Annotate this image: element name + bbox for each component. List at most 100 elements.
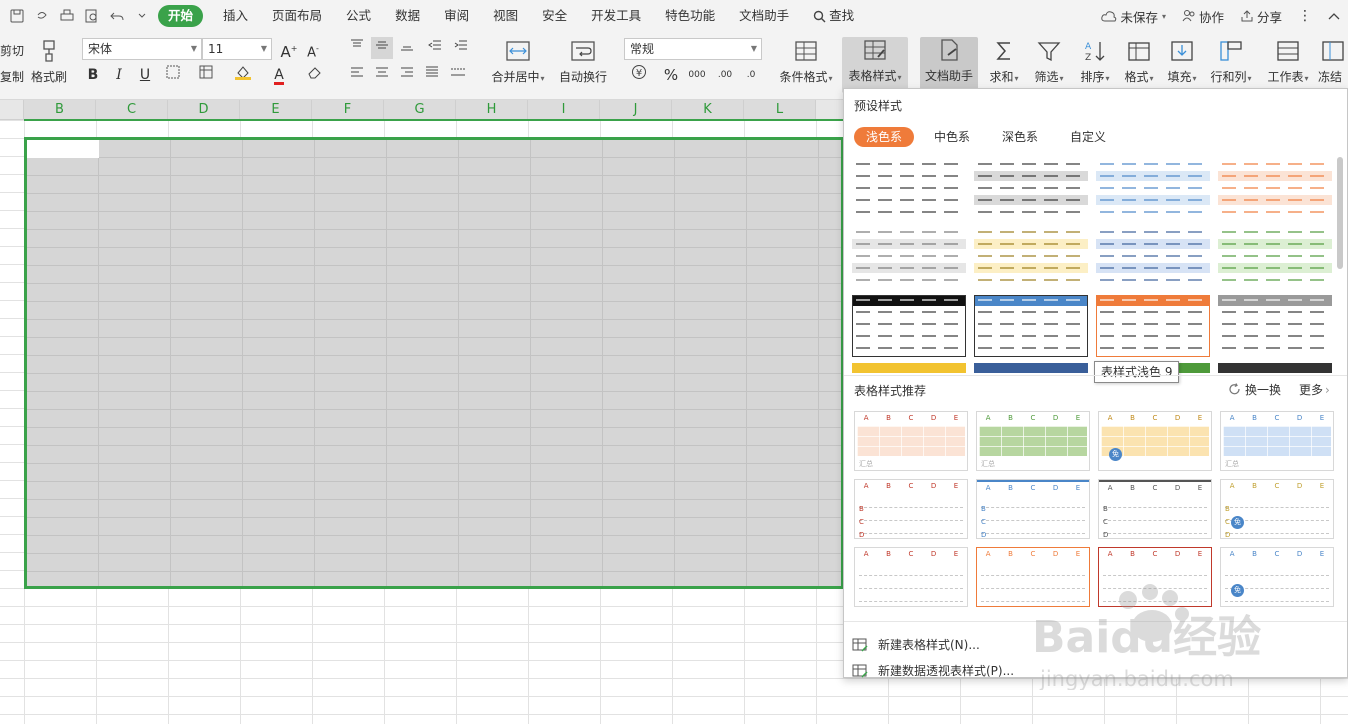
- indent-increase-icon[interactable]: [450, 37, 472, 59]
- tab-home[interactable]: 开始: [158, 5, 204, 27]
- align-bottom-icon[interactable]: [396, 37, 418, 59]
- tab-doc-assistant[interactable]: 文档助手: [727, 5, 801, 27]
- more-options-icon[interactable]: ⋮: [1290, 8, 1320, 24]
- refresh-button[interactable]: 换一换: [1228, 381, 1281, 398]
- clear-icon[interactable]: [304, 64, 326, 86]
- conditional-format-button[interactable]: 条件格式▾: [776, 38, 836, 92]
- table-style-thumbnail[interactable]: [1096, 295, 1210, 357]
- undo-history-icon[interactable]: [34, 8, 50, 24]
- table-style-thumbnail[interactable]: [1218, 159, 1332, 221]
- doc-assistant-button[interactable]: 文档助手: [920, 37, 978, 93]
- table-style-thumbnail[interactable]: [852, 363, 966, 373]
- column-header[interactable]: D: [168, 100, 240, 120]
- recommended-style-card[interactable]: A B C D E: [976, 547, 1090, 607]
- table-style-thumbnail[interactable]: [852, 159, 966, 221]
- tab-features[interactable]: 特色功能: [653, 5, 727, 27]
- font-size-select[interactable]: 11 ▼: [202, 38, 272, 60]
- tab-developer[interactable]: 开发工具: [579, 5, 653, 27]
- row-col-button[interactable]: 行和列▾: [1206, 38, 1256, 92]
- decrease-font-icon[interactable]: A-: [302, 38, 324, 60]
- number-format-select[interactable]: 常规 ▼: [624, 38, 762, 60]
- save-status-button[interactable]: 未保存 ▾: [1093, 7, 1174, 26]
- tab-data[interactable]: 数据: [383, 5, 432, 27]
- recommended-style-card[interactable]: A B C D E 汇总: [976, 411, 1090, 471]
- bold-icon[interactable]: B: [82, 64, 104, 86]
- table-style-thumbnail[interactable]: [1096, 159, 1210, 221]
- column-header[interactable]: E: [240, 100, 312, 120]
- column-header[interactable]: I: [528, 100, 600, 120]
- thousands-icon[interactable]: 000: [686, 64, 708, 86]
- tab-dark[interactable]: 深色系: [990, 127, 1050, 147]
- column-header[interactable]: G: [384, 100, 456, 120]
- format-button[interactable]: 格式▾: [1118, 38, 1160, 92]
- corner-header[interactable]: [0, 100, 24, 120]
- table-style-thumbnail[interactable]: [1218, 295, 1332, 357]
- copy-button[interactable]: 复制: [0, 68, 24, 85]
- print-preview-icon[interactable]: [84, 8, 100, 24]
- active-cell[interactable]: [27, 140, 99, 158]
- search-button[interactable]: 查找: [801, 5, 866, 27]
- panel-scrollbar[interactable]: [1337, 157, 1343, 269]
- tab-view[interactable]: 视图: [481, 5, 530, 27]
- font-color-icon[interactable]: A: [268, 64, 290, 86]
- currency-icon[interactable]: ¥: [628, 64, 650, 86]
- column-header[interactable]: J: [600, 100, 672, 120]
- table-style-thumbnail[interactable]: [974, 295, 1088, 357]
- justify-icon[interactable]: [421, 64, 443, 86]
- recommended-style-card[interactable]: ABCDEBCD: [1098, 479, 1212, 539]
- new-table-style-item[interactable]: 新建表格样式(N)...: [852, 636, 980, 653]
- italic-icon[interactable]: I: [108, 64, 130, 86]
- freeze-button[interactable]: 冻结: [1318, 38, 1348, 92]
- recommended-style-card[interactable]: ABCDEBCD: [976, 479, 1090, 539]
- wrap-text-button[interactable]: 自动换行: [556, 38, 610, 92]
- table-style-thumbnail[interactable]: [852, 227, 966, 289]
- more-button[interactable]: 更多 ›: [1299, 381, 1330, 398]
- recommended-style-card[interactable]: ABCDEBCD: [854, 479, 968, 539]
- table-style-button[interactable]: 表格样式▾: [842, 37, 908, 93]
- percent-icon[interactable]: %: [660, 64, 682, 86]
- font-name-select[interactable]: 宋体 ▼: [82, 38, 202, 60]
- undo-icon[interactable]: [109, 8, 125, 24]
- increase-font-icon[interactable]: A+: [278, 38, 300, 61]
- customize-qa-icon[interactable]: [134, 8, 150, 24]
- distribute-icon[interactable]: [447, 64, 469, 86]
- fill-color-icon[interactable]: [232, 64, 254, 86]
- table-style-thumbnail[interactable]: [852, 295, 966, 357]
- column-header[interactable]: L: [744, 100, 816, 120]
- column-header[interactable]: C: [96, 100, 168, 120]
- border-icon[interactable]: [162, 64, 184, 86]
- fill-button[interactable]: 填充▾: [1162, 38, 1202, 92]
- tab-light[interactable]: 浅色系: [854, 127, 915, 147]
- table-style-thumbnail[interactable]: [974, 227, 1088, 289]
- increase-decimal-icon[interactable]: .00: [714, 64, 736, 86]
- indent-decrease-icon[interactable]: [424, 37, 446, 59]
- align-right-icon[interactable]: [396, 64, 418, 86]
- collab-button[interactable]: 协作: [1174, 7, 1232, 26]
- share-button[interactable]: 分享: [1232, 7, 1290, 26]
- recommended-style-card[interactable]: A B C D E 汇总: [854, 411, 968, 471]
- tab-insert[interactable]: 插入: [211, 5, 260, 27]
- align-left-icon[interactable]: [346, 64, 368, 86]
- column-header[interactable]: K: [672, 100, 744, 120]
- collapse-ribbon-icon[interactable]: [1320, 12, 1348, 20]
- print-icon[interactable]: [59, 8, 75, 24]
- column-header[interactable]: H: [456, 100, 528, 120]
- tab-review[interactable]: 审阅: [432, 5, 481, 27]
- recommended-style-card[interactable]: A B C D E 汇总: [1220, 411, 1334, 471]
- selected-range[interactable]: [24, 137, 844, 589]
- recommended-style-card[interactable]: A B C D E 免: [1098, 411, 1212, 471]
- align-middle-icon[interactable]: [371, 37, 393, 59]
- filter-button[interactable]: 筛选▾: [1028, 38, 1070, 92]
- recommended-style-card[interactable]: A B C D E 免: [1220, 547, 1334, 607]
- table-style-thumbnail[interactable]: [1218, 363, 1332, 373]
- tab-page-layout[interactable]: 页面布局: [260, 5, 334, 27]
- save-icon[interactable]: [9, 8, 25, 24]
- recommended-style-card[interactable]: A B C D E: [1098, 547, 1212, 607]
- recommended-style-card[interactable]: ABCDEBCD免: [1220, 479, 1334, 539]
- sum-button[interactable]: 求和▾: [984, 38, 1024, 92]
- merge-center-button[interactable]: 合并居中▾: [486, 38, 550, 92]
- decrease-decimal-icon[interactable]: .0: [740, 64, 762, 86]
- tab-formula[interactable]: 公式: [334, 5, 383, 27]
- column-header[interactable]: F: [312, 100, 384, 120]
- cut-button[interactable]: 剪切: [0, 42, 24, 59]
